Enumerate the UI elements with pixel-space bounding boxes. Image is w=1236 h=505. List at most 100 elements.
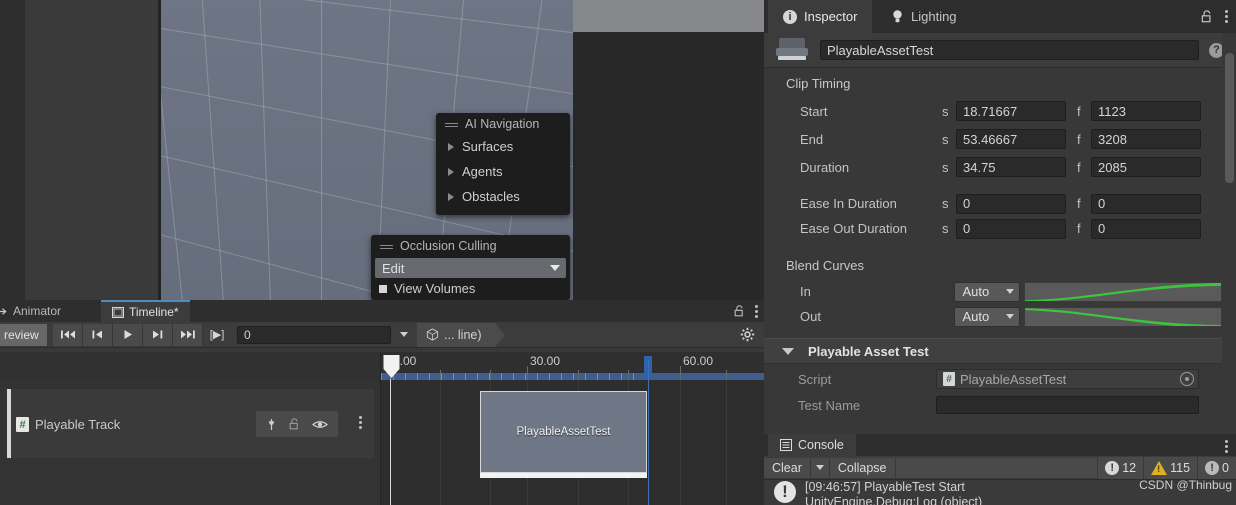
chevron-right-icon[interactable]: [448, 142, 454, 151]
script-object-field[interactable]: # PlayableAssetTest: [936, 369, 1199, 389]
track-header-playable[interactable]: # Playable Track: [7, 389, 374, 458]
current-frame-input[interactable]: 0: [237, 325, 391, 344]
lock-icon[interactable]: [289, 418, 300, 430]
info-count-chip[interactable]: ! 0: [1197, 456, 1236, 479]
duration-frames-input[interactable]: 2085: [1091, 157, 1201, 177]
script-label: Script: [798, 371, 832, 387]
pin-icon[interactable]: [266, 418, 277, 431]
chevron-down-icon: [550, 265, 560, 271]
start-frames-input[interactable]: 1123: [1091, 101, 1201, 121]
play-range-button[interactable]: [▶]: [203, 324, 231, 346]
end-frames-input[interactable]: 3208: [1091, 129, 1201, 149]
breadcrumb-label: ... line): [444, 327, 482, 342]
clip-timing-row-start: Start s 18.71667 f 1123: [764, 97, 1222, 125]
preview-toggle-button[interactable]: review: [0, 323, 47, 346]
clear-label: Clear: [772, 460, 802, 475]
timeline-settings-button[interactable]: [730, 324, 764, 346]
go-to-start-button[interactable]: [53, 323, 83, 346]
overlay-occlusion-culling[interactable]: Occlusion Culling Edit View Volumes: [371, 235, 570, 300]
cube-icon: [426, 328, 439, 341]
blend-in-dropdown[interactable]: Auto: [954, 281, 1020, 302]
lock-icon[interactable]: [1201, 10, 1213, 23]
blend-out-dropdown[interactable]: Auto: [954, 306, 1020, 327]
track-menu-kebab-icon[interactable]: [359, 416, 362, 429]
drag-handle-icon[interactable]: [380, 243, 393, 250]
previous-frame-button[interactable]: [83, 323, 113, 346]
overlay-item-surfaces[interactable]: Surfaces: [436, 134, 570, 159]
timeline-clip[interactable]: PlayableAssetTest: [480, 391, 647, 473]
duration-seconds-input[interactable]: 34.75: [956, 157, 1066, 177]
blend-curve-row-in: In Auto: [764, 279, 1222, 304]
occlusion-mode-value: Edit: [382, 260, 405, 276]
playhead-line: [390, 379, 391, 505]
console-log-list[interactable]: ! [09:46:57] PlayableTest Start UnityEng…: [764, 480, 1236, 505]
start-seconds-value: 18.71667: [963, 103, 1018, 119]
lock-icon[interactable]: [734, 305, 745, 317]
timeline-playback-toolbar: review [▶] 0 ... line): [0, 322, 764, 348]
timeline-window: Animator Timeline* review [▶] 0 ... line…: [0, 300, 821, 505]
ease-in-frames-input[interactable]: 0: [1091, 193, 1201, 214]
playhead-handle[interactable]: [383, 355, 400, 379]
clear-button[interactable]: Clear: [764, 457, 811, 478]
ruler-tick: [726, 370, 727, 380]
ease-out-frames-input[interactable]: 0: [1091, 218, 1201, 239]
inspector-scrollbar[interactable]: [1222, 33, 1236, 434]
ease-in-seconds-input[interactable]: 0: [956, 193, 1066, 214]
overlay-header[interactable]: AI Navigation: [436, 113, 570, 134]
end-frames-value: 3208: [1098, 131, 1127, 147]
ruler-label-60: 60.00: [683, 354, 714, 368]
overlay-item-agents[interactable]: Agents: [436, 159, 570, 184]
breadcrumb[interactable]: ... line): [417, 322, 505, 347]
component-header-playable-asset-test[interactable]: Playable Asset Test: [764, 338, 1222, 364]
overlay-header[interactable]: Occlusion Culling: [371, 235, 570, 256]
chevron-right-icon[interactable]: [448, 167, 454, 176]
occlusion-mode-dropdown[interactable]: Edit: [375, 258, 566, 278]
curve-out-graph: [1024, 307, 1221, 326]
blend-out-curve-preview[interactable]: [1023, 306, 1222, 327]
kebab-menu-icon[interactable]: [755, 304, 758, 318]
collapse-toggle-button[interactable]: Collapse: [829, 457, 896, 478]
chevron-right-icon[interactable]: [448, 192, 454, 201]
next-frame-button[interactable]: [143, 323, 173, 346]
tab-animator[interactable]: Animator: [0, 300, 72, 322]
scrollbar-thumb[interactable]: [1225, 53, 1234, 183]
blend-curve-row-out: Out Auto: [764, 304, 1222, 329]
unit-seconds: s: [942, 103, 949, 119]
object-picker-icon[interactable]: [1180, 372, 1194, 386]
error-count-chip[interactable]: ! 12: [1097, 456, 1144, 479]
eye-icon[interactable]: [312, 419, 328, 430]
tab-timeline[interactable]: Timeline*: [101, 300, 190, 322]
warning-count-chip[interactable]: 115: [1143, 456, 1198, 479]
go-to-end-button[interactable]: [173, 323, 203, 346]
timeline-ruler[interactable]: 0.00 30.00 60.00: [0, 352, 821, 382]
clip-label: PlayableAssetTest: [516, 426, 611, 438]
clip-area-gridline: [680, 382, 681, 505]
clear-dropdown-button[interactable]: [810, 457, 830, 478]
ease-in-seconds-value: 0: [963, 196, 971, 211]
log-line-1: [09:46:57] PlayableTest Start: [805, 480, 965, 494]
end-seconds-input[interactable]: 53.46667: [956, 129, 1066, 149]
tab-lighting[interactable]: Lighting: [876, 0, 972, 33]
view-volumes-checkbox[interactable]: View Volumes: [371, 278, 570, 300]
test-name-input[interactable]: [936, 396, 1199, 414]
overlay-item-obstacles[interactable]: Obstacles: [436, 184, 570, 209]
kebab-menu-icon[interactable]: [1225, 440, 1228, 453]
clip-timing-row-duration: Duration s 34.75 f 2085: [764, 153, 1222, 181]
chevron-down-icon[interactable]: [782, 347, 794, 355]
start-seconds-input[interactable]: 18.71667: [956, 101, 1066, 121]
drag-handle-icon[interactable]: [445, 121, 458, 128]
go-to-end-icon: [180, 330, 195, 339]
ruler-tick: [440, 370, 441, 380]
frame-options-dropdown[interactable]: [391, 324, 417, 346]
tab-console[interactable]: Console: [768, 434, 856, 456]
blend-in-curve-preview[interactable]: [1023, 281, 1222, 302]
overlay-ai-navigation[interactable]: AI Navigation Surfaces Agents Obstacles: [436, 113, 570, 215]
play-button[interactable]: [113, 323, 143, 346]
timeline-clip-area[interactable]: PlayableAssetTest: [381, 382, 764, 505]
ease-out-seconds-input[interactable]: 0: [956, 218, 1066, 239]
unit-frames: f: [1077, 221, 1081, 236]
tab-inspector[interactable]: i Inspector: [768, 0, 873, 33]
asset-name-input[interactable]: PlayableAssetTest: [820, 40, 1199, 60]
kebab-menu-icon[interactable]: [1225, 10, 1228, 23]
ruler-tick: [578, 370, 579, 380]
